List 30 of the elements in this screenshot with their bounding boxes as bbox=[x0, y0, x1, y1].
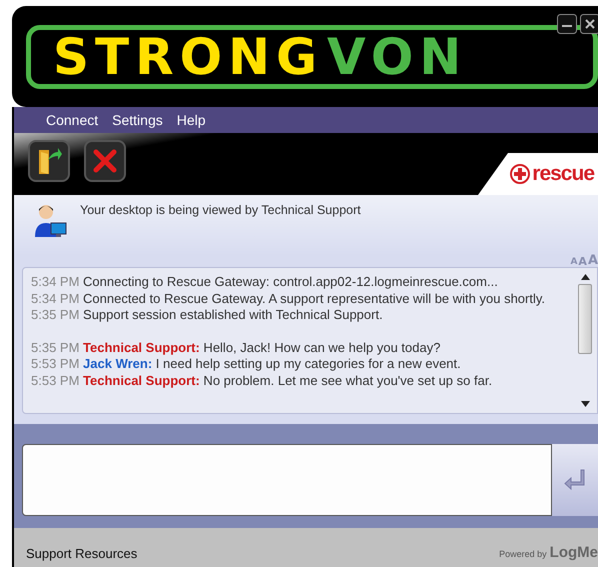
chat-message: 5:53 PM Technical Support: No problem. Let me see what you've set up so far. bbox=[31, 372, 494, 389]
log-message: 5:34 PM Connected to Rescue Gateway. A support representative will be with you shortly. bbox=[31, 290, 546, 307]
close-icon[interactable] bbox=[580, 14, 598, 34]
end-session-button[interactable] bbox=[84, 140, 126, 182]
log-message: 5:35 PM Support session established with Technical Support. bbox=[31, 307, 384, 324]
support-resources-link[interactable]: Support Resources bbox=[26, 546, 138, 561]
chat-message: 5:53 PM Jack Wren: I need help setting up my categories for a new event. bbox=[31, 356, 462, 372]
vendor-logo: LogMe bbox=[550, 544, 598, 561]
cross-circle-icon bbox=[510, 164, 530, 184]
powered-by-label: Powered by bbox=[499, 549, 547, 559]
menu-item[interactable]: Connect bbox=[46, 112, 98, 128]
cross-icon bbox=[92, 148, 118, 174]
scroll-up-icon[interactable] bbox=[580, 274, 590, 280]
brand-name: rescue bbox=[532, 162, 594, 186]
status-message: Your desktop is being viewed by Technical Support bbox=[80, 203, 361, 219]
exit-button[interactable] bbox=[28, 140, 70, 182]
menu-item[interactable]: Help bbox=[176, 112, 206, 128]
logo-text: VON bbox=[327, 28, 468, 86]
door-arrow-icon bbox=[36, 146, 62, 176]
log-message: 5:34 PM Connecting to Rescue Gateway: control.app02-12.logmeinrescue.com... bbox=[31, 274, 499, 290]
send-button[interactable] bbox=[552, 444, 598, 516]
enter-icon bbox=[563, 468, 587, 492]
scroll-thumb[interactable] bbox=[578, 284, 592, 354]
scrollbar[interactable] bbox=[577, 274, 593, 407]
message-input[interactable] bbox=[22, 444, 552, 516]
minimize-icon[interactable] bbox=[557, 14, 577, 34]
logo-text: STRONG bbox=[53, 28, 324, 86]
chat-message: 5:35 PM Technical Support: Hello, Jack! How can we help you today? bbox=[31, 340, 442, 356]
menu-item[interactable]: Settings bbox=[112, 112, 163, 128]
scroll-down-icon[interactable] bbox=[580, 401, 590, 407]
